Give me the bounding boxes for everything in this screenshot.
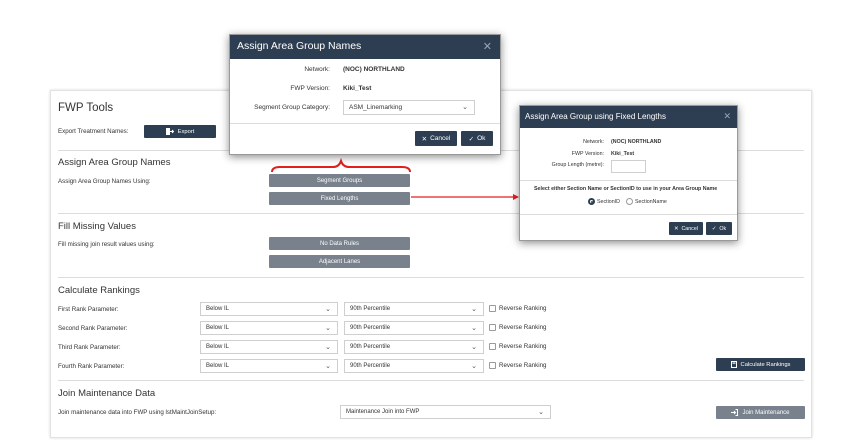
section-id-radio[interactable] <box>588 198 595 205</box>
segment-group-category-select[interactable]: ASM_Linemarking ⌄ <box>343 100 475 115</box>
fwp-version-label: FWP Version: <box>290 85 330 92</box>
check-icon: ✓ <box>468 135 475 143</box>
network-label: Network: <box>583 139 604 145</box>
close-icon[interactable]: ✕ <box>483 40 492 53</box>
ok-button-label: Ok <box>719 225 727 232</box>
modal-header: Assign Area Group Names ✕ <box>230 35 500 59</box>
modal-header: Assign Area Group using Fixed Lengths ✕ <box>520 106 737 128</box>
section-id-label: SectionID <box>597 199 620 205</box>
cancel-button[interactable]: ✕ Cancel <box>669 222 703 235</box>
cancel-button-label: Cancel <box>430 135 451 142</box>
network-label: Network: <box>304 66 330 73</box>
close-icon: ✕ <box>421 135 428 143</box>
ok-button[interactable]: ✓ Ok <box>461 131 493 146</box>
network-value: (NOC) NORTHLAND <box>611 139 662 145</box>
section-name-label: SectionName <box>635 199 667 205</box>
annotation-brace <box>271 157 411 173</box>
chevron-down-icon: ⌄ <box>462 104 468 111</box>
modal-footer-divider <box>230 123 500 124</box>
fwp-version-label: FWP Version: <box>571 151 604 157</box>
cancel-button[interactable]: ✕ Cancel <box>415 131 457 146</box>
fwp-version-value: Kiki_Test <box>611 151 635 157</box>
group-length-label: Group Length (metre): <box>551 162 604 168</box>
modal-title: Assign Area Group using Fixed Lengths <box>525 112 666 121</box>
select-prompt: Select either Section Name or SectionID … <box>534 186 718 192</box>
ok-button[interactable]: ✓ Ok <box>706 222 732 235</box>
assign-area-group-names-modal: Assign Area Group Names ✕ Network: (NOC)… <box>229 34 501 155</box>
modal-title: Assign Area Group Names <box>237 40 362 52</box>
segment-group-category-value: ASM_Linemarking <box>349 104 403 111</box>
cancel-button-label: Cancel <box>681 225 698 232</box>
modal-divider <box>520 180 737 181</box>
check-icon: ✓ <box>711 225 717 232</box>
fixed-lengths-modal: Assign Area Group using Fixed Lengths ✕ … <box>519 105 738 241</box>
segment-group-category-label: Segment Group Category: <box>254 104 330 111</box>
modal-footer-divider <box>520 214 737 215</box>
section-name-radio[interactable] <box>626 198 633 205</box>
network-value: (NOC) NORTHLAND <box>343 66 405 73</box>
close-icon: ✕ <box>674 225 679 232</box>
group-length-input[interactable] <box>611 160 646 173</box>
fwp-version-value: Kiki_Test <box>343 85 372 92</box>
ok-button-label: Ok <box>477 135 486 142</box>
close-icon[interactable]: ✕ <box>723 111 731 122</box>
